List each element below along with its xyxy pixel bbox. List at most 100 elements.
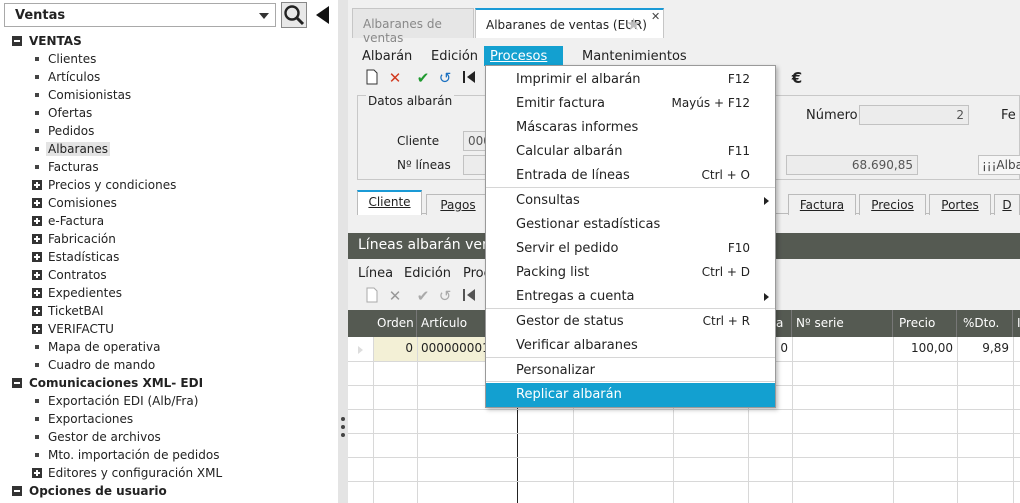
tree-item[interactable]: Mto. importación de pedidos bbox=[0, 446, 338, 464]
menu-mantenimientos[interactable]: Mantenimientos bbox=[576, 46, 693, 66]
dropdown-item[interactable]: Personalizar bbox=[486, 359, 775, 383]
col-i[interactable]: I bbox=[1013, 310, 1020, 337]
tree-item[interactable]: Exportaciones bbox=[0, 410, 338, 428]
tree-item[interactable]: Pedidos bbox=[0, 122, 338, 140]
tree-item[interactable]: Precios y condiciones bbox=[0, 176, 338, 194]
subtab-pagos[interactable]: Pagos bbox=[426, 194, 490, 215]
tree-item[interactable]: Editores y configuración XML bbox=[0, 464, 338, 482]
menu-albaran[interactable]: Albarán bbox=[356, 46, 418, 66]
shortcut-label: Ctrl + O bbox=[701, 168, 750, 182]
tree-group[interactable]: Comunicaciones XML- EDI bbox=[0, 374, 338, 392]
dropdown-item[interactable]: Replicar albarán bbox=[486, 383, 775, 407]
tree-item[interactable]: Contratos bbox=[0, 266, 338, 284]
collapse-box-icon[interactable] bbox=[12, 378, 22, 388]
search-button[interactable] bbox=[281, 2, 307, 28]
dropdown-item[interactable]: Imprimir el albarán F12 bbox=[486, 68, 775, 92]
cell-orden[interactable]: 0 bbox=[373, 337, 417, 361]
dropdown-item[interactable]: Consultas bbox=[486, 189, 775, 213]
dropdown-item[interactable]: Emitir factura Mayús + F12 bbox=[486, 92, 775, 116]
tree-item[interactable]: Cuadro de mando bbox=[0, 356, 338, 374]
tree-item[interactable]: Ofertas bbox=[0, 104, 338, 122]
numero-field[interactable]: 2 bbox=[859, 105, 969, 125]
collapse-box-icon[interactable] bbox=[12, 36, 22, 46]
check-line-icon[interactable]: ✔ bbox=[414, 287, 432, 305]
first-line-icon[interactable] bbox=[460, 287, 478, 305]
panel-splitter[interactable] bbox=[338, 0, 348, 503]
subtab-cliente[interactable]: Cliente bbox=[357, 190, 422, 215]
total-field[interactable]: 68.690,85 bbox=[786, 155, 918, 175]
tree-item[interactable]: Albaranes bbox=[0, 140, 338, 158]
new-line-icon[interactable] bbox=[363, 287, 381, 305]
new-document-icon[interactable] bbox=[363, 69, 381, 87]
expand-box-icon[interactable] bbox=[32, 324, 42, 334]
col-dto[interactable]: %Dto. bbox=[957, 310, 1013, 337]
delete-icon[interactable]: ✕ bbox=[386, 69, 404, 87]
cell-dto[interactable]: 9,89 bbox=[957, 337, 1013, 361]
first-record-icon[interactable] bbox=[460, 69, 478, 87]
tab-albaranes-ventas-eur[interactable]: Albaranes de ventas (EUR) ★ ✕ bbox=[475, 8, 664, 38]
col-articulo[interactable]: Artículo bbox=[417, 310, 487, 337]
tree-item[interactable]: Comisionistas bbox=[0, 86, 338, 104]
tree-item[interactable]: Mapa de operativa bbox=[0, 338, 338, 356]
dropdown-item[interactable]: Entrada de líneas Ctrl + O bbox=[486, 164, 775, 188]
expand-box-icon[interactable] bbox=[32, 288, 42, 298]
dropdown-item[interactable]: Entregas a cuenta bbox=[486, 285, 775, 309]
expand-box-icon[interactable] bbox=[32, 252, 42, 262]
menu-linea[interactable]: Línea bbox=[358, 266, 393, 281]
undo-icon[interactable]: ↺ bbox=[436, 69, 454, 87]
menu-edicion[interactable]: Edición bbox=[425, 46, 484, 66]
dropdown-item[interactable]: Servir el pedido F10 bbox=[486, 237, 775, 261]
cell-precio[interactable]: 100,00 bbox=[893, 337, 957, 361]
menu-procesos[interactable]: Procesos bbox=[484, 46, 563, 66]
section-title: Líneas albarán vent bbox=[358, 237, 497, 253]
dropdown-item[interactable]: Calcular albarán F11 bbox=[486, 140, 775, 164]
tree-item[interactable]: Gestor de archivos bbox=[0, 428, 338, 446]
tree-group[interactable]: Opciones de usuario bbox=[0, 482, 338, 500]
euro-icon[interactable]: € bbox=[788, 69, 806, 87]
subtab-precios[interactable]: Precios bbox=[859, 194, 926, 215]
close-icon[interactable]: ✕ bbox=[651, 10, 660, 23]
expand-box-icon[interactable] bbox=[32, 306, 42, 316]
tree-item[interactable]: Fabricación bbox=[0, 230, 338, 248]
tree-item[interactable]: Expedientes bbox=[0, 284, 338, 302]
subtab-d[interactable]: D bbox=[994, 194, 1020, 215]
tree-item[interactable]: TicketBAI bbox=[0, 302, 338, 320]
col-precio[interactable]: Precio bbox=[893, 310, 957, 337]
dropdown-item[interactable]: Gestionar estadísticas bbox=[486, 213, 775, 237]
expand-box-icon[interactable] bbox=[32, 216, 42, 226]
expand-box-icon[interactable] bbox=[32, 270, 42, 280]
dropdown-item[interactable]: Gestor de status Ctrl + R bbox=[486, 310, 775, 334]
undo-line-icon[interactable]: ↺ bbox=[436, 287, 454, 305]
tree-item[interactable]: e-Factura bbox=[0, 212, 338, 230]
dropdown-item[interactable]: Verificar albaranes bbox=[486, 334, 775, 358]
col-numero-serie[interactable]: Nº serie bbox=[792, 310, 893, 337]
menu-lineas-edicion[interactable]: Edición bbox=[404, 266, 451, 281]
collapse-panel-button[interactable] bbox=[313, 4, 333, 26]
tree-item[interactable]: VERIFACTU bbox=[0, 320, 338, 338]
albaran-status-field[interactable]: ¡¡¡Albar bbox=[978, 155, 1020, 175]
dropdown-item[interactable]: Packing list Ctrl + D bbox=[486, 261, 775, 285]
expand-box-icon[interactable] bbox=[32, 180, 42, 190]
check-icon[interactable]: ✔ bbox=[414, 69, 432, 87]
expand-box-icon[interactable] bbox=[32, 234, 42, 244]
subtab-portes[interactable]: Portes bbox=[929, 194, 991, 215]
fecha-label: Fe bbox=[1001, 108, 1016, 123]
dropdown-item[interactable]: Máscaras informes bbox=[486, 116, 775, 140]
tree-group[interactable]: VENTAS bbox=[0, 32, 338, 50]
tree-item[interactable]: Estadísticas bbox=[0, 248, 338, 266]
delete-line-icon[interactable]: ✕ bbox=[386, 287, 404, 305]
subtab-factura[interactable]: Factura bbox=[788, 194, 856, 215]
tree-item[interactable]: Clientes bbox=[0, 50, 338, 68]
cell-articulo[interactable]: 000000001 bbox=[417, 337, 487, 361]
tree-item[interactable]: Facturas bbox=[0, 158, 338, 176]
tree-item[interactable]: Exportación EDI (Alb/Fra) bbox=[0, 392, 338, 410]
star-icon[interactable]: ★ bbox=[626, 15, 641, 35]
tree-item[interactable]: Artículos bbox=[0, 68, 338, 86]
expand-box-icon[interactable] bbox=[32, 198, 42, 208]
tree-item[interactable]: Comisiones bbox=[0, 194, 338, 212]
col-orden[interactable]: Orden bbox=[373, 310, 417, 337]
collapse-box-icon[interactable] bbox=[12, 486, 22, 496]
tab-albaranes-ventas[interactable]: Albaranes de ventas bbox=[352, 8, 474, 45]
module-select[interactable]: Ventas bbox=[4, 3, 276, 27]
expand-box-icon[interactable] bbox=[32, 468, 42, 478]
